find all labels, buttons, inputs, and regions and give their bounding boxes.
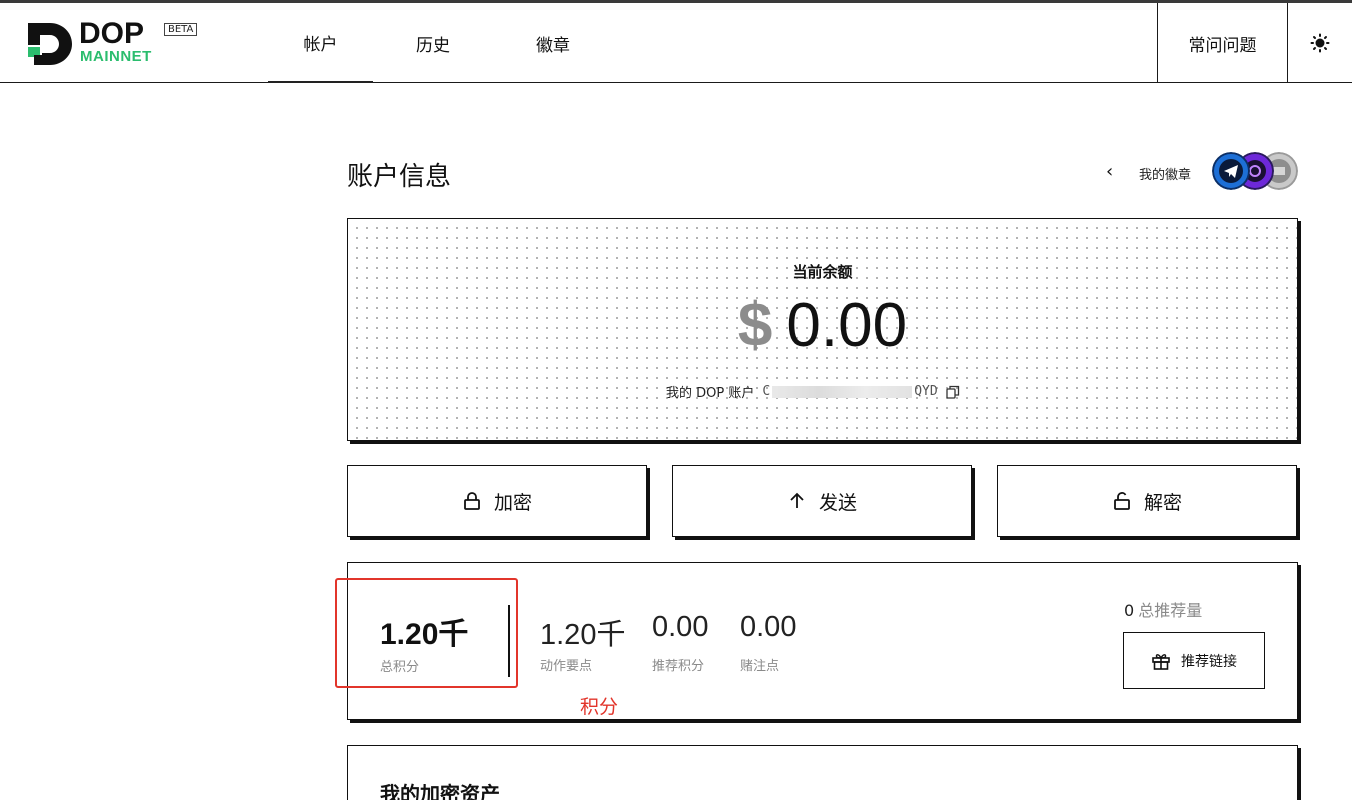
referral-points-label: 推荐积分 (652, 659, 705, 674)
lock-icon (464, 492, 480, 510)
network-label: MAINNET (80, 48, 152, 65)
encrypt-button[interactable]: 加密 (347, 465, 647, 537)
stake-points-label: 赌注点 (740, 659, 780, 674)
tab-account[interactable]: 帐户 (268, 3, 373, 83)
send-label: 发送 (818, 491, 857, 514)
send-button[interactable]: 发送 (672, 465, 972, 537)
assets-title: 我的加密资产 (380, 782, 500, 800)
beta-badge: BETA (164, 23, 198, 36)
annotation-label: 积分 (580, 696, 619, 718)
address-redaction (772, 385, 913, 398)
crypto-assets-card: 我的加密资产 (347, 745, 1298, 800)
top-header: DOP MAINNET BETA 帐户 历史 徽章 常问问题 (0, 3, 1352, 83)
referral-count-value: 0 (1124, 601, 1135, 620)
badge-telegram-icon (1212, 152, 1250, 190)
referral-points-value: 0.00 (652, 611, 709, 643)
account-label: 我的 DOP 账户 (666, 386, 755, 401)
tab-badges[interactable]: 徽章 (493, 3, 613, 83)
decrypt-button[interactable]: 解密 (997, 465, 1297, 537)
sun-icon (1310, 33, 1330, 53)
account-address-row: 我的 DOP 账户 C QYD (666, 382, 960, 401)
page-title: 账户信息 (347, 162, 452, 192)
chevron-left-icon: ‹ (1106, 161, 1114, 182)
account-address: C QYD (762, 384, 937, 399)
arrow-up-icon (790, 492, 804, 508)
main-nav: 帐户 历史 徽章 (268, 3, 613, 83)
balance-card: 当前余额 $0.00 我的 DOP 账户 C QYD (347, 218, 1298, 441)
referral-count-label: 总推荐量 (1138, 601, 1203, 620)
logo-wordmark: DOP (79, 17, 145, 50)
annotation-highlight-box (335, 578, 518, 688)
tab-history[interactable]: 历史 (373, 3, 493, 83)
unlock-icon (1114, 492, 1130, 510)
faq-link[interactable]: 常问问题 (1157, 3, 1288, 83)
my-badges-label: 我的徽章 (1139, 168, 1192, 183)
account-address-suffix: QYD (914, 384, 938, 399)
dop-logo-icon (28, 23, 72, 65)
action-points-label: 动作要点 (540, 659, 593, 674)
referral-link-label: 推荐链接 (1181, 653, 1237, 670)
stake-points-value: 0.00 (740, 611, 797, 643)
currency-symbol: $ (737, 291, 773, 360)
balance-label: 当前余额 (792, 263, 853, 281)
copy-icon[interactable] (946, 385, 960, 399)
referral-count: 0 总推荐量 (1124, 597, 1202, 621)
encrypt-label: 加密 (493, 491, 532, 514)
balance-amount: $0.00 (348, 291, 1297, 361)
balance-value: 0.00 (786, 291, 908, 360)
referral-link-button[interactable]: 推荐链接 (1123, 632, 1265, 689)
theme-toggle[interactable] (1288, 3, 1352, 83)
account-address-prefix: C (762, 384, 771, 399)
my-badges-link[interactable]: ‹ 我的徽章 (1100, 152, 1300, 194)
action-points-value: 1.20千 (540, 619, 626, 651)
decrypt-label: 解密 (1143, 491, 1182, 514)
dop-logo[interactable]: DOP MAINNET BETA (28, 17, 208, 67)
action-buttons: 加密 发送 解密 (347, 465, 1298, 537)
gift-icon (1152, 653, 1170, 670)
